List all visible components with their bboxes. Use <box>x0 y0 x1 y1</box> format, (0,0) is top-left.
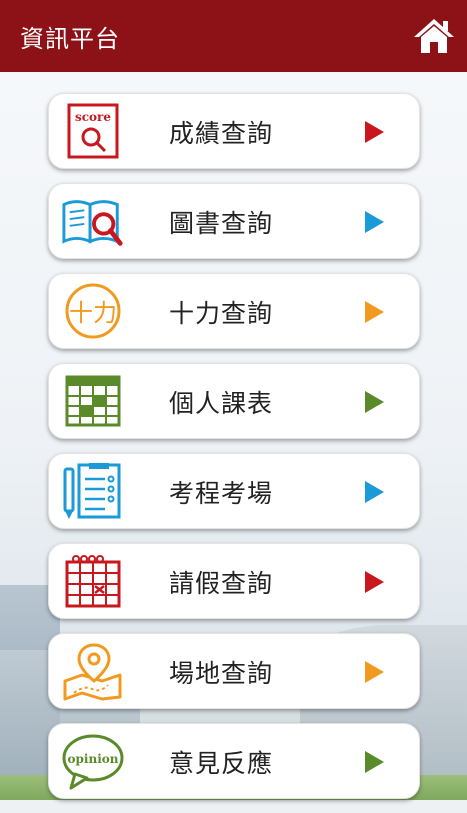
menu-list: score 成績查詢 圖書查詢 十力 十力查詢 個人課表 考程考場 請假查詢 場… <box>48 93 420 813</box>
ten-power-icon-text: 十力 <box>69 299 117 327</box>
opinion-bubble-icon: opinion <box>62 734 124 790</box>
menu-item-opinion[interactable]: opinion 意見反應 <box>48 723 420 799</box>
chevron-right-icon <box>365 571 384 593</box>
menu-item-book-search[interactable]: 圖書查詢 <box>48 183 420 259</box>
chevron-right-icon <box>365 481 384 503</box>
chevron-right-icon <box>365 391 384 413</box>
menu-item-label: 考程考場 <box>169 479 274 508</box>
menu-item-label: 成績查詢 <box>169 119 274 148</box>
menu-item-label: 圖書查詢 <box>169 209 274 238</box>
menu-item-label: 十力查詢 <box>169 299 274 328</box>
exam-schedule-icon <box>63 463 121 519</box>
menu-item-label: 場地查詢 <box>169 659 274 688</box>
home-button[interactable] <box>411 16 457 56</box>
menu-item-label: 意見反應 <box>169 749 274 778</box>
opinion-icon-text: opinion <box>68 752 119 766</box>
menu-item-score-search[interactable]: score 成績查詢 <box>48 93 420 169</box>
ten-power-icon: 十力 <box>65 283 121 339</box>
chevron-right-icon <box>365 121 384 143</box>
chevron-right-icon <box>365 751 384 773</box>
book-search-icon <box>62 200 123 246</box>
menu-item-exam-schedule[interactable]: 考程考場 <box>48 453 420 529</box>
venue-map-icon <box>63 643 122 701</box>
menu-item-leave-search[interactable]: 請假查詢 <box>48 543 420 619</box>
menu-item-label: 請假查詢 <box>169 569 274 598</box>
menu-item-ten-power[interactable]: 十力 十力查詢 <box>48 273 420 349</box>
leave-calendar-icon <box>65 555 121 608</box>
chevron-right-icon <box>365 661 384 683</box>
app-header: 資訊平台 <box>0 0 467 72</box>
menu-item-label: 個人課表 <box>169 389 274 418</box>
menu-item-timetable[interactable]: 個人課表 <box>48 363 420 439</box>
score-icon-text: score <box>75 110 111 124</box>
chevron-right-icon <box>365 301 384 323</box>
page-title: 資訊平台 <box>20 24 120 53</box>
home-icon <box>414 19 454 53</box>
score-search-icon: score <box>67 103 119 159</box>
chevron-right-icon <box>365 211 384 233</box>
menu-item-venue-search[interactable]: 場地查詢 <box>48 633 420 709</box>
timetable-icon <box>65 375 121 427</box>
